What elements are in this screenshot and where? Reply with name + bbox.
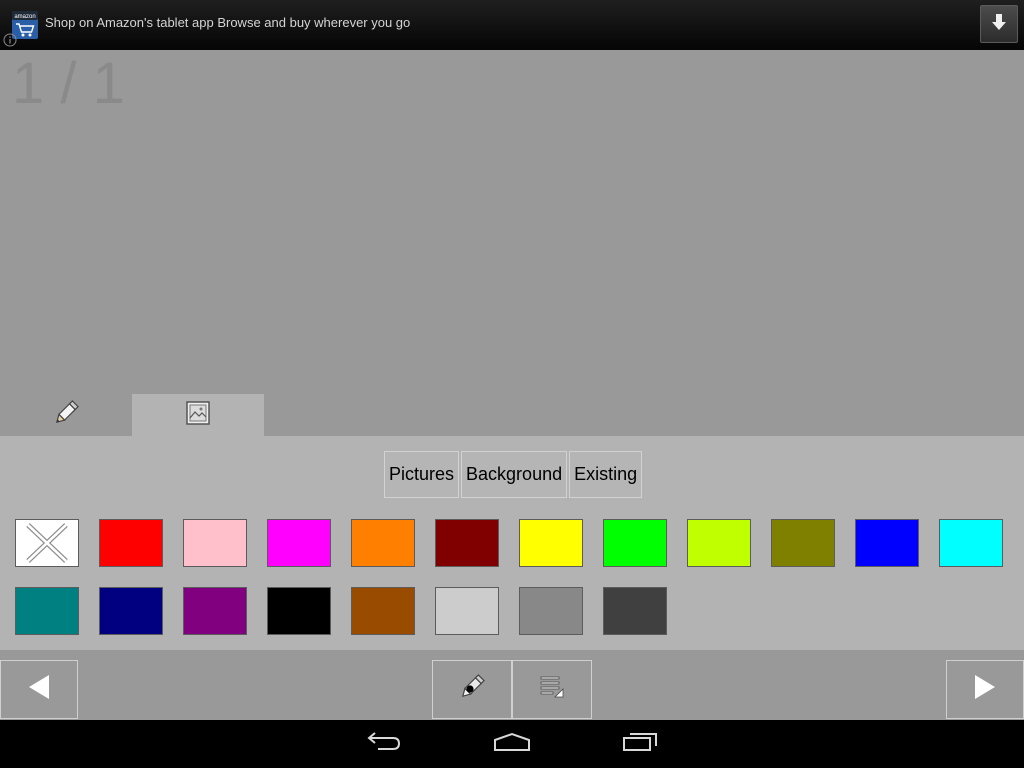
- image-icon: [186, 400, 210, 430]
- color-swatch[interactable]: [267, 519, 331, 567]
- previous-page-button[interactable]: [0, 660, 78, 719]
- color-swatch[interactable]: [267, 587, 331, 635]
- edit-list-icon: [539, 675, 565, 704]
- swatch-row: [15, 519, 1003, 567]
- image-panel: Pictures Background Existing: [0, 436, 1024, 650]
- color-swatch[interactable]: [687, 519, 751, 567]
- color-swatch[interactable]: [603, 519, 667, 567]
- color-swatch-clear[interactable]: [15, 519, 79, 567]
- pen-settings-icon: [457, 672, 487, 707]
- bottom-toolbar: [0, 650, 1024, 720]
- color-swatch[interactable]: [519, 587, 583, 635]
- color-swatch[interactable]: [435, 519, 499, 567]
- color-swatch[interactable]: [351, 587, 415, 635]
- edit-list-button[interactable]: [512, 660, 592, 719]
- next-page-icon: [973, 674, 997, 705]
- color-swatch[interactable]: [351, 519, 415, 567]
- home-icon: [493, 732, 531, 757]
- tab-draw[interactable]: [0, 394, 132, 436]
- color-swatch[interactable]: [99, 587, 163, 635]
- color-swatch[interactable]: [603, 587, 667, 635]
- pictures-button[interactable]: Pictures: [384, 451, 460, 498]
- pencil-icon: [51, 398, 81, 433]
- pen-settings-button[interactable]: [432, 660, 512, 719]
- page-counter: 1 / 1: [12, 51, 125, 116]
- recent-apps-button[interactable]: [600, 720, 680, 768]
- svg-text:amazon: amazon: [14, 14, 35, 20]
- clear-x-icon: [26, 523, 68, 563]
- ad-banner[interactable]: amazon Shop on Amazon's tablet app Brows…: [0, 0, 1024, 50]
- color-swatch[interactable]: [519, 519, 583, 567]
- color-swatch[interactable]: [183, 587, 247, 635]
- download-icon: [991, 13, 1007, 36]
- color-swatch[interactable]: [99, 519, 163, 567]
- color-swatches: [15, 519, 1003, 655]
- system-nav-bar: [0, 720, 1024, 768]
- ad-text[interactable]: Shop on Amazon's tablet app Browse and b…: [45, 15, 410, 31]
- color-swatch[interactable]: [435, 587, 499, 635]
- tab-image[interactable]: [132, 394, 264, 436]
- drawing-canvas[interactable]: 1 / 1: [0, 50, 1024, 394]
- next-page-button[interactable]: [946, 660, 1024, 719]
- color-swatch[interactable]: [183, 519, 247, 567]
- existing-button[interactable]: Existing: [569, 451, 643, 498]
- color-swatch[interactable]: [855, 519, 919, 567]
- back-button[interactable]: [344, 720, 424, 768]
- image-mode-buttons: Pictures Background Existing: [384, 451, 643, 498]
- color-swatch[interactable]: [15, 587, 79, 635]
- home-button[interactable]: [472, 720, 552, 768]
- previous-page-icon: [27, 674, 51, 705]
- info-icon[interactable]: [3, 33, 17, 47]
- tool-tabs: [0, 394, 1024, 436]
- recent-apps-icon: [622, 732, 658, 757]
- color-swatch[interactable]: [771, 519, 835, 567]
- back-icon: [366, 731, 402, 758]
- color-swatch[interactable]: [939, 519, 1003, 567]
- swatch-row: [15, 587, 1003, 635]
- download-button[interactable]: [980, 5, 1018, 43]
- background-button[interactable]: Background: [461, 451, 568, 498]
